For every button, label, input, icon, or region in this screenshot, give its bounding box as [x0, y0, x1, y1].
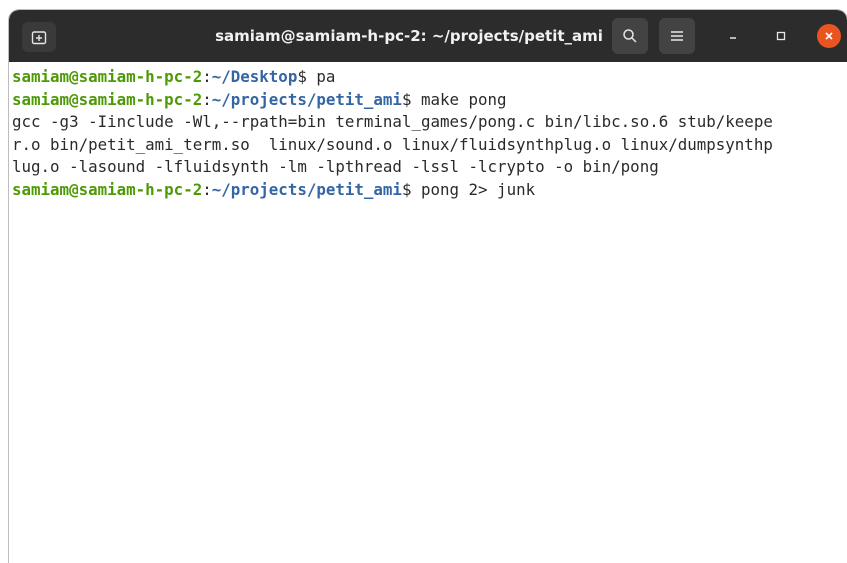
maximize-icon — [776, 31, 786, 41]
command-text: $ make pong — [401, 89, 507, 109]
search-button[interactable] — [612, 18, 648, 54]
prompt-path: ~/projects/petit_ami — [211, 89, 402, 109]
close-icon — [825, 32, 833, 40]
new-tab-icon — [31, 31, 47, 45]
title-bar[interactable]: samiam@samiam-h-pc-2: ~/projects/petit_a… — [9, 10, 847, 62]
terminal-window: samiam@samiam-h-pc-2: ~/projects/petit_a… — [9, 10, 847, 563]
command-text: $ pa — [297, 67, 336, 86]
prompt-colon: : — [202, 179, 212, 199]
prompt-user: samiam@samiam-h-pc-2 — [12, 179, 203, 199]
prompt-colon: : — [202, 89, 212, 109]
terminal-output-line: r.o bin/petit_ami_term.so linux/sound.o … — [12, 134, 773, 154]
prompt-user: samiam@samiam-h-pc-2 — [12, 67, 203, 86]
terminal-line: samiam@samiam-h-pc-2:~/projects/petit_am… — [12, 89, 847, 112]
command-text: $ pong 2> junk — [401, 179, 536, 199]
terminal-output-line: gcc -g3 -Iinclude -Wl,--rpath=bin termin… — [12, 112, 773, 131]
terminal-output[interactable]: samiam@samiam-h-pc-2:~/Desktop$ pa samia… — [9, 62, 847, 563]
prompt-user: samiam@samiam-h-pc-2 — [12, 89, 203, 109]
hamburger-menu-icon — [671, 31, 683, 41]
menu-button[interactable] — [659, 18, 695, 54]
window-title: samiam@samiam-h-pc-2: ~/projects/petit_a… — [215, 27, 603, 45]
terminal-output-line: lug.o -lasound -lfluidsynth -lm -lpthrea… — [12, 157, 659, 176]
terminal-line: samiam@samiam-h-pc-2:~/Desktop$ pa — [12, 66, 847, 89]
prompt-path: ~/Desktop — [211, 67, 298, 86]
prompt-colon: : — [202, 67, 212, 86]
new-tab-button[interactable] — [22, 22, 56, 52]
minimize-button[interactable] — [721, 24, 745, 48]
search-icon — [623, 29, 637, 43]
close-button[interactable] — [817, 24, 841, 48]
terminal-line: samiam@samiam-h-pc-2:~/projects/petit_am… — [12, 179, 847, 202]
prompt-path: ~/projects/petit_ami — [211, 179, 402, 199]
minimize-icon — [730, 37, 736, 39]
maximize-button[interactable] — [769, 24, 793, 48]
